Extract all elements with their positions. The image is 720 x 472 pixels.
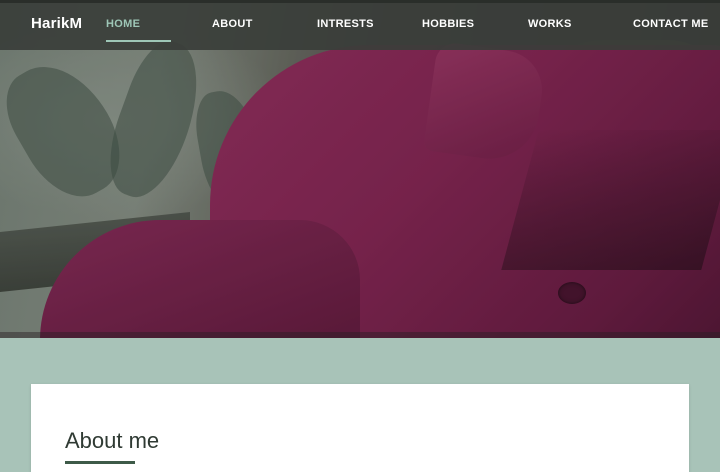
hero-bottom-edge: [0, 332, 720, 338]
about-card: About me: [31, 384, 689, 472]
nav-intrests[interactable]: INTRESTS: [317, 18, 374, 30]
nav-hobbies[interactable]: HOBBIES: [422, 18, 474, 30]
nav-active-indicator: [106, 40, 171, 42]
brand-logo[interactable]: HarikM: [31, 15, 82, 32]
nav-works[interactable]: WORKS: [528, 18, 572, 30]
about-heading: About me: [65, 428, 160, 453]
nav-home[interactable]: HOME: [106, 18, 140, 30]
nav-contact-me[interactable]: CONTACT ME: [633, 18, 709, 30]
page: HarikM HOME ABOUT INTRESTS HOBBIES WORKS…: [0, 0, 720, 472]
about-heading-underline: [65, 461, 135, 464]
nav-about[interactable]: ABOUT: [212, 18, 253, 30]
top-navbar: HarikM HOME ABOUT INTRESTS HOBBIES WORKS…: [0, 0, 720, 50]
hero-overlay: [0, 0, 720, 338]
hero-image: [0, 0, 720, 338]
